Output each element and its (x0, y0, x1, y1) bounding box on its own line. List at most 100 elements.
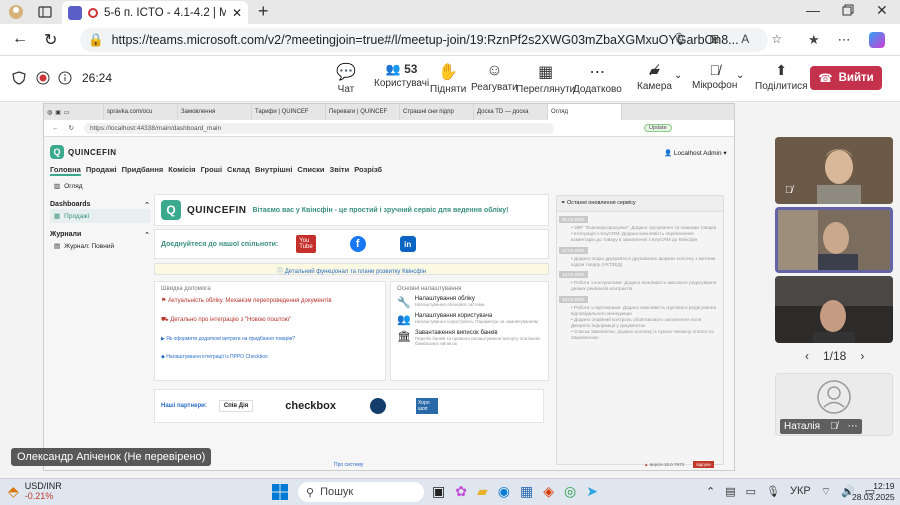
minimize-icon[interactable]: — (806, 2, 820, 18)
quincefin-app: Q QUINCEFIN 👤 Localhost Admin ▾ Головна … (44, 137, 734, 470)
participant-video-2[interactable] (775, 207, 893, 273)
collapse-icon: ⌃ (144, 232, 150, 239)
chat-button[interactable]: 💬 Чат (336, 62, 356, 95)
avatar-icon (817, 380, 851, 414)
language-indicator[interactable]: УКР (790, 485, 811, 499)
next-page-icon[interactable]: › (860, 349, 864, 363)
shared-tab[interactable]: Замовлення (178, 104, 252, 120)
feedback-button: відгуки (693, 461, 714, 468)
quincefin-logo-icon: Q (50, 145, 64, 159)
react-button[interactable]: ☺ Реагувати (471, 62, 518, 93)
update-item: • Додано опцію друкувати в друкованих фо… (571, 255, 716, 267)
update-item: • Додано опційний контроль обов'язкового… (571, 316, 702, 328)
shared-tab-active[interactable]: Огляд (548, 104, 622, 120)
participant-tile-natalia[interactable]: Наталія 🎙̸ ⋯ (775, 373, 893, 436)
more-options-icon[interactable]: ⋯ (848, 421, 858, 432)
camera-button[interactable]: ▰̸ Камера (637, 62, 672, 92)
store-icon[interactable]: ▦ (520, 483, 533, 500)
file-explorer-icon[interactable]: ▰ (477, 483, 488, 500)
settings-title: Основні налаштування (397, 286, 462, 292)
help-link: ▶ Як оформити додаткові витрати на придб… (161, 336, 295, 342)
tray-mic-icon[interactable]: 🎙 (766, 485, 780, 499)
tab-teams-meeting[interactable]: 5-6 п. ICTO - 4.1-4.2 | Micros ✕ (62, 1, 248, 24)
participant-pager: ‹ 1/18 › (805, 349, 864, 363)
stock-trend-icon: ⬘ (8, 483, 19, 500)
welcome-text: Вітаємо вас у Квінсфін - це простий і зр… (252, 206, 509, 214)
wifi-icon[interactable]: ⌔ (821, 485, 831, 499)
shield-icon[interactable] (12, 71, 26, 85)
phone-hangup-icon: ☎ (818, 73, 833, 85)
tab-actions-icon[interactable] (38, 5, 52, 19)
info-icon[interactable] (58, 71, 72, 85)
refresh-icon[interactable]: ↻ (44, 30, 57, 50)
update-date: 10.03.2025 (559, 296, 588, 304)
clock-date: 28.03.2025 (852, 492, 895, 503)
mic-label: Мікрофон (692, 80, 738, 91)
close-tab-icon[interactable]: ✕ (232, 6, 242, 20)
mic-button[interactable]: 🎙̸ Мікрофон (692, 62, 737, 91)
people-button[interactable]: 👥 53 Користувачі (374, 62, 429, 89)
favorite-icon[interactable]: ☆ (771, 32, 782, 46)
main-menu: Головна Продажі Придбання Комісія Гроші … (50, 165, 382, 176)
shared-tab[interactable]: spravka.com/ocu (104, 104, 178, 120)
stock-widget[interactable]: ⬘ USD/INR -0.21% (8, 481, 62, 502)
close-window-icon[interactable]: ✕ (876, 2, 888, 19)
participant-video-1[interactable]: 🎙̸ (775, 137, 893, 204)
raise-hand-button[interactable]: ✋ Підняти (430, 62, 466, 95)
update-date: 20.03.2025 (559, 216, 588, 223)
leave-button[interactable]: ☎ Вийти (810, 66, 882, 90)
view-label: Переглянути (516, 84, 576, 95)
linkedin-icon: in (399, 236, 416, 252)
profile-icon[interactable] (8, 4, 24, 20)
favorites-icon[interactable]: ★ (808, 32, 820, 48)
chrome-icon[interactable]: ◎ (564, 483, 576, 500)
shared-tab[interactable]: Тарифи | QUINCEF (252, 104, 326, 120)
read-aloud-icon[interactable]: A (741, 32, 749, 46)
share-button[interactable]: ⬆ Поділитися (755, 62, 808, 92)
bank-icon: 🏛 (397, 331, 411, 343)
lock-icon: 🔒 (88, 32, 104, 47)
share-label: Поділитися (755, 81, 808, 92)
participant-video-3[interactable] (775, 276, 893, 343)
shared-tab[interactable]: Страшні сни підпр (400, 104, 474, 120)
restore-icon[interactable] (842, 4, 854, 16)
new-tab-icon[interactable]: + (258, 1, 269, 22)
office-icon[interactable]: ◈ (543, 483, 554, 500)
tab-title: 5-6 п. ICTO - 4.1-4.2 | Micros (104, 6, 226, 19)
tray-meeting-icon[interactable]: ▭ (746, 485, 756, 499)
shared-browser-tabs: ◍ ▣ ▭ spravka.com/ocu Замовлення Тарифи | … (44, 104, 734, 120)
update-item: • ЗФР "Взаєморозрахунки": Додано групува… (571, 225, 717, 230)
telegram-icon[interactable]: ➤ (586, 483, 598, 500)
partner-horoshop: Хоро шоп (415, 398, 438, 414)
shared-tab[interactable]: Переваги | QUINCEF (326, 104, 400, 120)
copilot-taskbar-icon[interactable]: ✿ (455, 483, 467, 500)
tray-app-icon[interactable]: ▤ (725, 485, 735, 499)
flag-icon: ⚑ (161, 298, 167, 304)
start-icon[interactable] (272, 484, 288, 500)
shared-tab[interactable]: Доска TD — доска (474, 104, 548, 120)
help-link: ⚑ Актуальність обліку. Механізм перепров… (161, 298, 332, 304)
more-button[interactable]: ⋯ Додатково (573, 62, 622, 95)
clock[interactable]: 12:19 28.03.2025 (852, 481, 895, 503)
taskbar-search[interactable]: ⚲ Пошук (298, 482, 424, 502)
ticker-change: -0.21% (24, 490, 54, 501)
back-icon[interactable]: ← (12, 30, 28, 48)
camera-options-chevron-icon[interactable]: ⌄ (674, 70, 682, 81)
hand-icon: ✋ (438, 64, 459, 81)
partner-diia: Спів Дія (218, 400, 254, 412)
mic-address-icon[interactable]: 🎙 (672, 32, 687, 46)
menu-item: Звіти (329, 165, 350, 174)
welcome-banner: Q QUINCEFIN Вітаємо вас у Квінсфін - це … (154, 194, 549, 226)
brand-header: Q QUINCEFIN (50, 145, 117, 159)
tray-chevron-icon[interactable]: ⌃ (706, 485, 715, 499)
menu-dots-icon[interactable]: ⋯ (838, 32, 851, 48)
view-button[interactable]: ▦ Переглянути (516, 62, 575, 95)
task-view-icon[interactable]: ▣ (432, 483, 445, 500)
mic-options-chevron-icon[interactable]: ⌄ (736, 70, 744, 81)
address-bar[interactable]: 🔒 https://teams.microsoft.com/v2/?meetin… (80, 28, 768, 52)
copilot-icon[interactable] (868, 32, 885, 48)
edge-icon[interactable]: ◉ (498, 483, 510, 500)
app-available-icon[interactable]: ⊞ (709, 32, 719, 46)
prev-page-icon[interactable]: ‹ (805, 349, 809, 363)
smile-icon: ☺ (486, 62, 503, 79)
